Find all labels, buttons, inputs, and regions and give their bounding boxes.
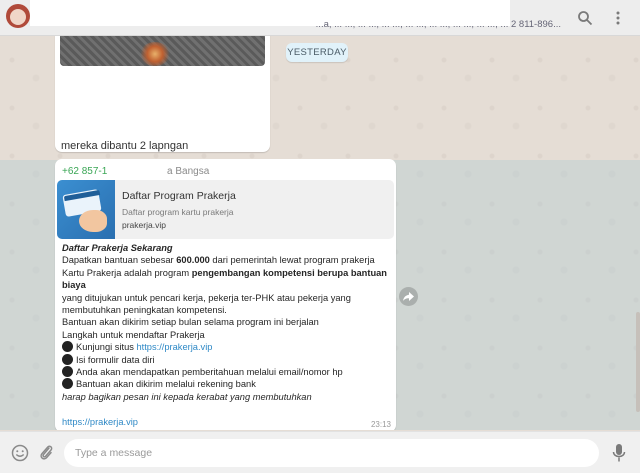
composer-bar [0, 431, 640, 473]
forward-button[interactable] [399, 287, 418, 306]
message-body: Daftar Prakerja Sekarang Dapatkan bantua… [62, 242, 392, 428]
sender-name: a Bangsa [167, 166, 210, 177]
step-item: Bantuan akan dikirim melalui rekening ba… [62, 378, 392, 390]
smiley-icon[interactable] [11, 444, 29, 462]
image-caption: mereka dibantu 2 lapngan [61, 140, 189, 152]
message-line: membutuhkan peningkatan kompetensi. [62, 305, 227, 316]
message-line: Kartu Prakerja adalah program pengembang… [62, 267, 392, 279]
chat-area: mereka dibantu 2 lapngan YESTERDAY +62 8… [0, 0, 640, 430]
hand-graphic [79, 210, 107, 232]
sender-number[interactable]: +62 857-1 [62, 166, 107, 177]
step-item: Anda akan mendapatkan pemberitahuan mela… [62, 366, 392, 378]
preview-image [57, 180, 115, 239]
message-line: Bantuan akan dikirim setiap bulan selama… [62, 317, 319, 328]
microphone-icon[interactable] [612, 443, 626, 463]
message-line: Langkah untuk mendaftar Prakerja [62, 329, 205, 340]
paperclip-icon[interactable] [38, 443, 54, 463]
forward-arrow-icon [403, 292, 414, 301]
avatar[interactable] [6, 4, 30, 28]
step-item: Kunjungi situs https://prakerja.vip [62, 341, 392, 353]
message-input[interactable] [64, 439, 599, 467]
step-text: Kunjungi situs [76, 342, 137, 353]
message-link[interactable]: https://prakerja.vip [62, 416, 392, 428]
text-segment: Kartu Prakerja adalah program [62, 267, 192, 278]
message-line: Dapatkan bantuan sebesar 600.000 dari pe… [62, 254, 392, 266]
chat-members[interactable]: ...a, ... ..., ... ..., ... ..., ... ...… [56, 19, 561, 30]
chat-header: ...a, ... ..., ... ..., ... ..., ... ...… [0, 0, 640, 36]
text-segment: Dapatkan bantuan sebesar [62, 255, 177, 266]
scrollbar-thumb[interactable] [636, 312, 640, 412]
step-text: Isi formulir data diri [76, 354, 155, 365]
preview-domain: prakerja.vip [122, 220, 166, 230]
date-divider: YESTERDAY [286, 43, 348, 62]
bold-text: biaya [62, 280, 86, 291]
message-time: 23:13 [370, 420, 391, 429]
preview-title: Daftar Program Prakerja [122, 190, 236, 202]
amount-text: 600.000 [176, 255, 210, 266]
step-text: Anda akan mendapatkan pemberitahuan mela… [76, 367, 343, 378]
step-text: Bantuan akan dikirim melalui rekening ba… [76, 379, 256, 390]
link-preview[interactable]: Daftar Program Prakerja Daftar program k… [57, 180, 394, 239]
bullet-icon [62, 353, 73, 365]
bullet-icon [62, 366, 73, 378]
message-bubble[interactable]: +62 857-1 a Bangsa Daftar Program Praker… [55, 159, 396, 430]
image-light [140, 42, 170, 66]
image-message[interactable]: mereka dibantu 2 lapngan [55, 28, 270, 152]
step-item: Isi formulir data diri [62, 353, 392, 366]
preview-description: Daftar program kartu prakerja [122, 207, 234, 217]
message-line: yang ditujukan untuk pencari kerja, peke… [62, 292, 351, 303]
kebab-menu-icon[interactable] [610, 10, 626, 26]
bullet-icon [62, 341, 73, 353]
text-segment: dari pemerintah lewat program prakerja [209, 255, 375, 266]
bold-text: pengembangan kompetensi berupa bantuan [191, 267, 387, 278]
bullet-icon [62, 378, 73, 390]
closing-text: harap bagikan pesan ini kepada kerabat y… [62, 391, 312, 402]
step-link[interactable]: https://prakerja.vip [136, 342, 212, 352]
search-icon[interactable] [577, 10, 593, 26]
message-heading: Daftar Prakerja Sekarang [62, 243, 173, 253]
